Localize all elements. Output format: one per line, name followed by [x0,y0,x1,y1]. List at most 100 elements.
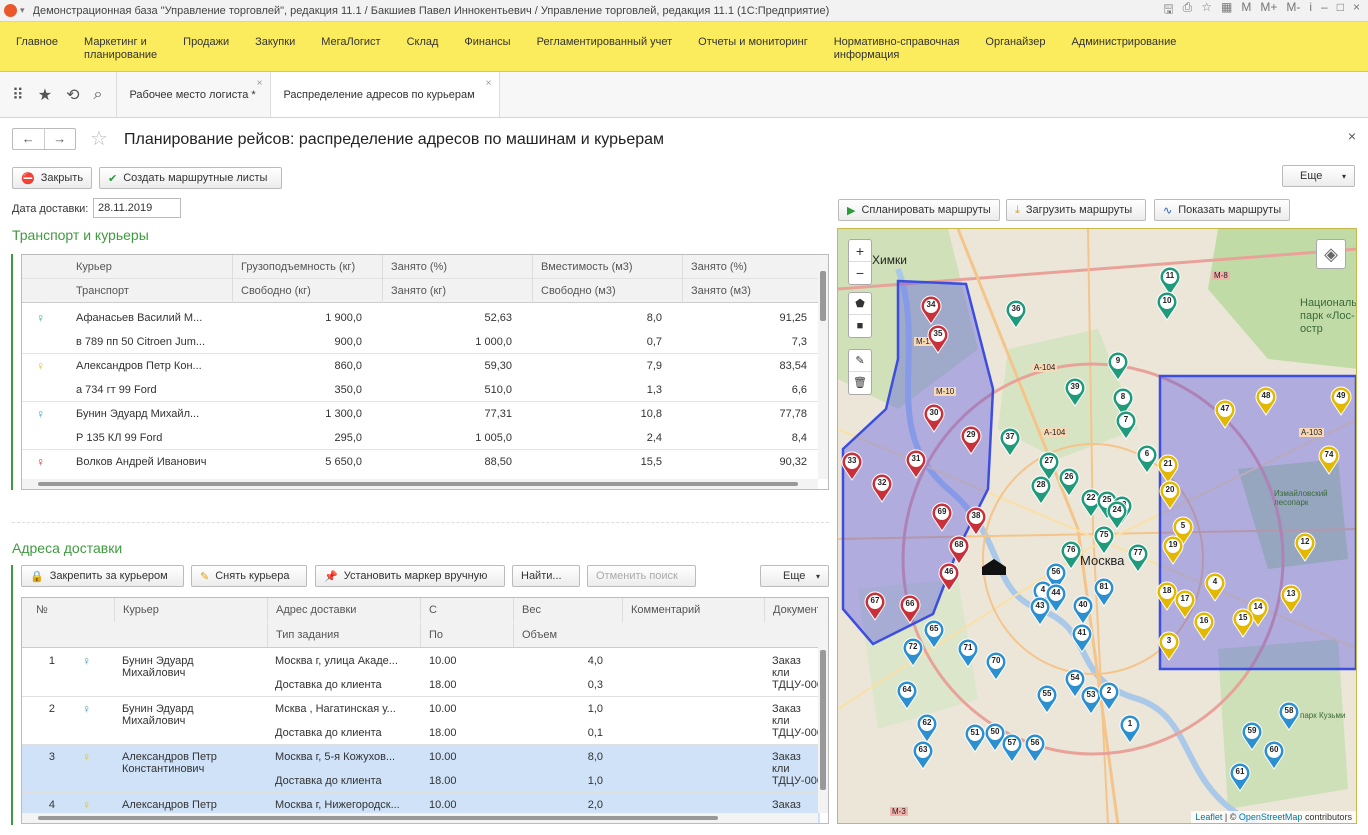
scrollbar-thumb[interactable] [38,816,718,820]
tab-logist-workplace[interactable]: Рабочее место логиста * × [116,72,270,117]
more-button[interactable]: Еще ▾ [1282,165,1355,187]
leaflet-link[interactable]: Leaflet [1195,812,1222,822]
minimize-button[interactable]: – [1321,0,1328,21]
vertical-scrollbar[interactable] [818,255,828,479]
table-row[interactable]: ♀ Александров Петр Кон... 860,0 59,30 7,9 83,… [22,354,820,378]
forward-arrow-icon[interactable]: → [45,129,76,149]
column-header[interactable]: Вес [513,598,613,622]
map-marker-pin[interactable]: 26 [1058,467,1080,497]
map-marker-pin[interactable]: 75 [1093,525,1115,555]
column-header[interactable]: По [420,623,510,647]
map-marker-pin[interactable]: 16 [1193,611,1215,641]
save-icon[interactable]: 🖫 [1163,0,1173,21]
close-button[interactable]: ⛔ Закрыть [12,167,92,189]
column-header[interactable]: Занято (%) [682,255,807,279]
map-marker-pin[interactable]: 72 [902,637,924,667]
map-marker-pin[interactable]: 64 [896,680,918,710]
map-marker-pin[interactable]: 48 [1255,386,1277,416]
map-marker-pin[interactable]: 65 [923,619,945,649]
load-routes-button[interactable]: ⤓ Загрузить маршруты [1006,199,1146,221]
plan-routes-button[interactable]: ▶ Спланировать маршруты [838,199,1000,221]
map-marker-pin[interactable]: 55 [1036,684,1058,714]
map-marker-pin[interactable]: 1 [1119,714,1141,744]
close-icon[interactable]: × [486,78,492,89]
remove-courier-button[interactable]: ✎ Снять курьера [191,565,307,587]
map-marker-pin[interactable]: 39 [1064,377,1086,407]
map-marker-pin[interactable]: 59 [1241,721,1263,751]
map-marker-pin[interactable]: 74 [1318,445,1340,475]
column-header[interactable]: Свободно (м3) [532,279,662,303]
map-marker-pin[interactable]: 70 [985,651,1007,681]
map-marker-pin[interactable]: 20 [1159,480,1181,510]
map-marker-pin[interactable]: 81 [1093,577,1115,607]
table-row[interactable]: ♀ Волков Андрей Иванович 5 650,0 88,50 15,5 9… [22,450,820,474]
create-route-sheets-button[interactable]: ✔ Создать маршрутные листы [99,167,282,189]
map-marker-pin[interactable]: 3 [1158,631,1180,661]
column-header[interactable]: Занято (%) [382,255,512,279]
menu-item-finance[interactable]: Финансы [464,36,510,49]
vertical-scrollbar[interactable] [818,598,828,813]
map-marker-pin[interactable]: 32 [871,473,893,503]
delete-layers-icon[interactable]: 🗑 [849,372,871,394]
chevron-down-icon[interactable]: ▾ [20,5,25,16]
column-header[interactable]: Документ [764,598,824,622]
column-header[interactable]: С [420,598,510,622]
map-marker-pin[interactable]: 33 [841,451,863,481]
map-marker-pin[interactable]: 60 [1263,740,1285,770]
back-arrow-icon[interactable]: ← [13,129,45,149]
horizontal-scrollbar[interactable] [22,479,818,489]
map-marker-pin[interactable]: 58 [1278,701,1300,731]
map-marker-pin[interactable]: 41 [1071,623,1093,653]
zoom-out-button[interactable]: − [849,262,871,284]
set-marker-button[interactable]: 📌 Установить маркер вручную [315,565,505,587]
map-marker-pin[interactable]: 34 [920,295,942,325]
menu-item-accounting[interactable]: Регламентированный учет [537,36,673,49]
menu-item-reports[interactable]: Отчеты и мониторинг [698,36,808,49]
scrollbar-thumb[interactable] [820,271,826,321]
find-button[interactable]: Найти... [512,565,580,587]
menu-item-main[interactable]: Главное [16,36,58,49]
map-marker-pin[interactable]: 61 [1229,762,1251,792]
map-marker-pin[interactable]: 62 [916,713,938,743]
print-icon[interactable]: ⎙ [1183,0,1193,21]
menu-item-warehouse[interactable]: Склад [407,36,439,49]
menu-item-megalogist[interactable]: МегаЛогист [321,36,380,49]
map-marker-pin[interactable]: 47 [1214,399,1236,429]
draw-polygon-icon[interactable]: ⬟ [849,293,871,315]
calc-icon[interactable]: ▦ [1221,0,1232,21]
column-header[interactable]: Тип задания [267,623,417,647]
map-marker-pin[interactable]: 43 [1029,596,1051,626]
map-marker-pin[interactable]: 40 [1072,595,1094,625]
menu-item-organizer[interactable]: Органайзер [985,36,1045,49]
menu-item-admin[interactable]: Администрирование [1071,36,1176,49]
map-marker-pin[interactable]: 63 [912,740,934,770]
favorites-star-icon[interactable]: ★ [38,85,52,105]
table-row[interactable]: а 734 гт 99 Ford 350,0 510,0 1,3 6,6 [22,378,820,402]
column-header[interactable]: Объем [513,623,613,647]
map-marker-pin[interactable]: 29 [960,425,982,455]
scrollbar-thumb[interactable] [820,650,826,790]
page-close-icon[interactable]: × [1348,128,1356,144]
map-marker-pin[interactable]: 46 [938,562,960,592]
map-marker-pin[interactable]: 2 [1098,681,1120,711]
table-row[interactable]: Р 135 КЛ 99 Ford 295,0 1 005,0 2,4 8,4 [22,426,820,450]
map-marker-pin[interactable]: 30 [923,403,945,433]
table-row[interactable]: ♀ Бунин Эдуард Михайл... 1 300,0 77,31 10,8 7… [22,402,820,426]
map-marker-pin[interactable]: 19 [1162,535,1184,565]
cancel-search-button[interactable]: Отменить поиск [587,565,696,587]
document-cell[interactable]: Заказ кли ТДЦУ-000 [772,703,820,739]
map-marker-pin[interactable]: 77 [1127,543,1149,573]
memory-button[interactable]: M [1241,0,1251,21]
map-marker-pin[interactable]: 9 [1107,351,1129,381]
close-icon[interactable]: × [257,78,263,89]
maximize-button[interactable]: □ [1337,0,1344,21]
column-header[interactable]: Занято (кг) [382,279,512,303]
fix-courier-button[interactable]: 🔒 Закрепить за курьером [21,565,184,587]
horizontal-scrollbar[interactable] [22,813,818,823]
menu-item-purchases[interactable]: Закупки [255,36,295,49]
layers-icon[interactable]: ◈ [1316,239,1346,269]
map-marker-pin[interactable]: 15 [1232,608,1254,638]
table-row[interactable]: ♀ Афанасьев Василий М... 1 900,0 52,63 8,0 91… [22,306,820,330]
delivery-date-field[interactable]: 28.11.2019 [93,198,181,218]
memory-minus-button[interactable]: M- [1286,0,1300,21]
